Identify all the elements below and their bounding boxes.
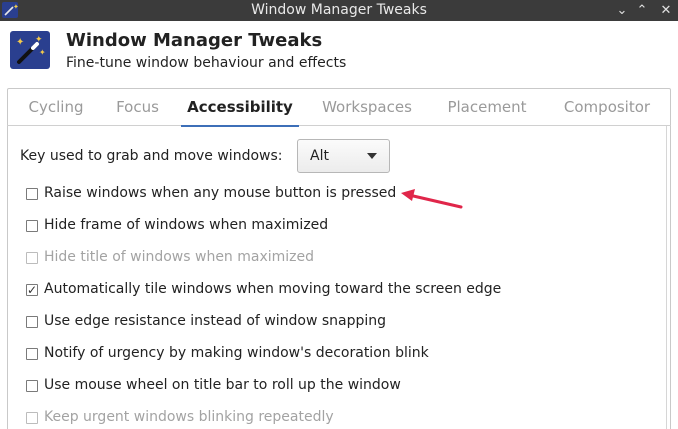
dropdown-arrow-icon [367,153,377,159]
grab-key-value: Alt [310,148,329,164]
checkbox-icon[interactable] [26,348,38,360]
grab-key-label: Key used to grab and move windows: [20,148,283,164]
checkbox-checked-icon[interactable]: ✓ [26,283,38,297]
app-icon[interactable]: ✦ [2,2,19,18]
tab-compositor[interactable]: Compositor [552,88,662,126]
svg-text:✦: ✦ [16,37,24,48]
shade-window-icon[interactable]: ⌄ [612,0,632,21]
checkbox-icon[interactable] [26,316,38,328]
option-label: Use mouse wheel on title bar to roll up … [44,377,401,393]
tab-accessibility[interactable]: Accessibility [181,88,299,127]
red-arrow-icon [401,189,463,209]
checkbox-icon[interactable] [26,220,38,232]
header-title: Window Manager Tweaks [66,30,323,51]
option-label: Automatically tile windows when moving t… [44,281,502,297]
tab-placement[interactable]: Placement [435,88,539,126]
option-label: Hide title of windows when maximized [44,249,315,265]
tab-focus[interactable]: Focus [105,88,170,126]
svg-text:✦: ✦ [13,3,18,11]
checkbox-icon [26,252,38,264]
svg-text:✦: ✦ [35,35,43,45]
magic-wand-icon: ✦ ✦ ✦ [10,31,50,69]
checkbox-icon[interactable] [26,380,38,392]
window-titlebar: ✦ Window Manager Tweaks ⌄ ⌃ ✕ [0,0,678,21]
tab-bar: Cycling Focus Accessibility Workspaces P… [7,88,671,127]
window-title: Window Manager Tweaks [251,2,427,18]
option-label: Keep urgent windows blinking repeatedly [44,409,334,425]
option-label: Hide frame of windows when maximized [44,217,329,233]
option-label: Notify of urgency by making window's dec… [44,345,429,361]
tab-workspaces[interactable]: Workspaces [312,88,422,126]
maximize-window-icon[interactable]: ⌃ [632,0,652,21]
tab-cycling[interactable]: Cycling [17,88,95,126]
checkbox-icon [26,412,38,424]
grab-key-combobox[interactable]: Alt [297,139,390,173]
option-label: Use edge resistance instead of window sn… [44,313,387,329]
header-subtitle: Fine-tune window behaviour and effects [66,55,347,71]
svg-text:✦: ✦ [39,48,46,57]
scroll-area-edge [666,126,667,429]
checkbox-icon[interactable] [26,188,38,200]
close-window-icon[interactable]: ✕ [656,0,676,21]
option-label: Raise windows when any mouse button is p… [44,185,397,201]
